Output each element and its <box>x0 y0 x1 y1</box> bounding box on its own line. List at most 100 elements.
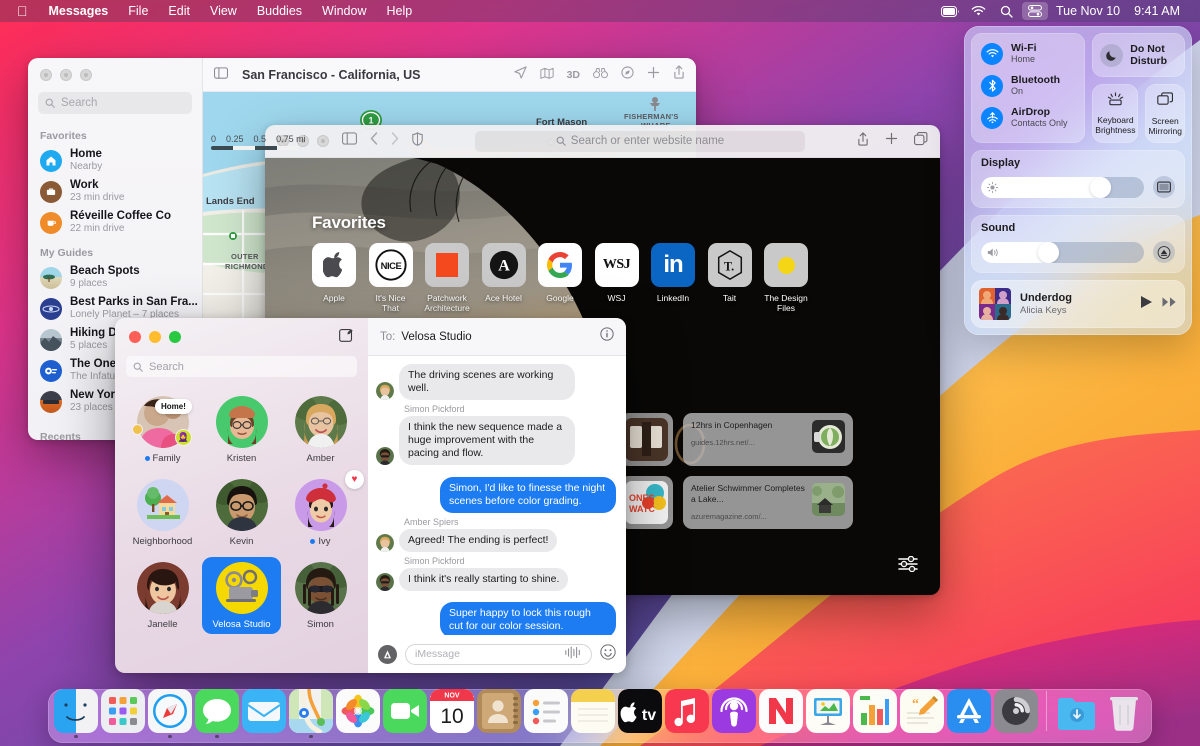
menu-item-file[interactable]: File <box>118 0 158 22</box>
display-icon[interactable] <box>1153 176 1175 198</box>
favorite-apple[interactable]: Apple <box>312 243 356 313</box>
bluetooth-toggle[interactable]: Bluetooth On <box>981 74 1075 97</box>
share-icon[interactable] <box>857 132 869 151</box>
messages-search-input[interactable]: Search <box>126 356 357 377</box>
location-arrow-icon[interactable] <box>514 66 527 84</box>
now-playing-card[interactable]: Underdog Alicia Keys <box>971 280 1185 328</box>
maps-search-input[interactable]: Search <box>38 92 192 114</box>
play-icon[interactable] <box>1140 295 1153 314</box>
sliders-icon[interactable] <box>898 556 918 577</box>
info-icon[interactable] <box>600 327 614 346</box>
maps-guide-beach-spots[interactable]: Beach Spots 9 places <box>28 262 202 293</box>
fast-forward-icon[interactable] <box>1162 295 1177 313</box>
dock-item-maps[interactable] <box>289 689 333 738</box>
conversation-velosa-studio[interactable]: Velosa Studio <box>202 557 281 634</box>
menu-item-window[interactable]: Window <box>312 0 376 22</box>
imessage-input[interactable]: iMessage <box>405 644 592 665</box>
conversation-neighborhood[interactable]: Neighborhood <box>123 474 202 551</box>
safari-address-bar[interactable]: Search or enter website name <box>475 131 805 152</box>
reading-list-item[interactable]: 12hrs in Copenhagen guides.12hrs.net/... <box>683 413 853 466</box>
dock-item-pages[interactable]: “ <box>900 689 944 738</box>
audio-waveform-icon[interactable] <box>564 646 582 662</box>
messages-window[interactable]: Search Home! 🧕 Family <box>115 318 626 673</box>
compose-icon[interactable] <box>339 327 354 347</box>
dock-item-app-store[interactable] <box>947 689 991 738</box>
menu-item-help[interactable]: Help <box>377 0 423 22</box>
maps-favorite-work[interactable]: Work 23 min drive <box>28 176 202 207</box>
traffic-lights-active[interactable] <box>129 331 181 343</box>
screen-mirroring-button[interactable]: Screen Mirroring <box>1145 84 1185 143</box>
dock-item-finder[interactable] <box>54 689 98 738</box>
reading-list-item[interactable]: Atelier Schwimmer Completes a Lake... az… <box>683 476 853 529</box>
maximize-button[interactable] <box>169 331 181 343</box>
dock-item-downloads[interactable] <box>1055 689 1099 738</box>
menu-item-view[interactable]: View <box>200 0 247 22</box>
3d-icon[interactable]: 3D <box>567 69 580 81</box>
dock-item-keynote[interactable] <box>806 689 850 738</box>
thread-messages[interactable]: The driving scenes are working well. Sim… <box>368 356 626 635</box>
menu-item-messages[interactable]: Messages <box>39 0 119 22</box>
favorite-patchwork[interactable]: Patchwork Architecture <box>425 243 469 313</box>
menu-item-buddies[interactable]: Buddies <box>247 0 312 22</box>
minimize-button[interactable] <box>60 69 72 81</box>
dock-item-system-preferences[interactable] <box>994 689 1038 738</box>
control-center-icon[interactable] <box>1022 2 1048 20</box>
conversation-ivy[interactable]: ♥ Ivy <box>281 474 360 551</box>
emoji-icon[interactable] <box>600 644 616 665</box>
maps-favorite-home[interactable]: Home Nearby <box>28 145 202 176</box>
favorite-its-nice-that[interactable]: NICE It's Nice That <box>369 243 413 313</box>
keyboard-brightness-button[interactable]: Keyboard Brightness <box>1092 84 1138 143</box>
maximize-button[interactable] <box>80 69 92 81</box>
dock-item-reminders[interactable] <box>524 689 568 738</box>
conversation-kevin[interactable]: Kevin <box>202 474 281 551</box>
dock-item-news[interactable] <box>759 689 803 738</box>
do-not-disturb-toggle[interactable]: Do Not Disturb <box>1092 33 1185 77</box>
battery-icon[interactable] <box>938 2 964 20</box>
dock-item-apple-tv[interactable]: tv <box>618 689 662 738</box>
coffee-shop-thumbnail-wrap[interactable] <box>620 413 673 466</box>
ones-watch-logo-wrap[interactable]: ONESWATC <box>620 476 673 529</box>
wifi-icon[interactable] <box>966 2 992 20</box>
display-brightness-slider[interactable] <box>981 177 1144 198</box>
share-icon[interactable] <box>673 65 685 84</box>
conversation-janelle[interactable]: Janelle <box>123 557 202 634</box>
maximize-button[interactable] <box>317 135 329 147</box>
dock-item-safari[interactable] <box>148 689 192 738</box>
favorite-ace-hotel[interactable]: A Ace Hotel <box>482 243 526 313</box>
favorite-the-design-files[interactable]: The Design Files <box>764 243 808 313</box>
conversation-family[interactable]: Home! 🧕 Family <box>123 391 202 468</box>
map-mode-icon[interactable] <box>540 66 554 84</box>
conversation-kristen[interactable]: Kristen <box>202 391 281 468</box>
menu-item-edit[interactable]: Edit <box>158 0 200 22</box>
sound-slider-knob[interactable] <box>1038 242 1059 263</box>
favorite-wsj[interactable]: WSJ WSJ <box>595 243 639 313</box>
menu-bar-date[interactable]: Tue Nov 10 <box>1050 4 1126 18</box>
forward-arrow-icon[interactable] <box>391 132 399 150</box>
dock-item-notes[interactable] <box>571 689 615 738</box>
favorite-tait[interactable]: T. Tait <box>708 243 752 313</box>
maps-favorite-reveille-coffee[interactable]: Réveille Coffee Co 22 min drive <box>28 207 202 238</box>
tab-overview-icon[interactable] <box>914 132 928 151</box>
compass-icon[interactable] <box>621 66 634 84</box>
airplay-audio-icon[interactable] <box>1153 241 1175 263</box>
binoculars-icon[interactable] <box>593 66 608 84</box>
conversation-simon[interactable]: Simon <box>281 557 360 634</box>
plus-icon[interactable] <box>885 132 898 150</box>
back-arrow-icon[interactable] <box>370 132 378 150</box>
dock-item-facetime[interactable] <box>383 689 427 738</box>
dock-item-music[interactable] <box>665 689 709 738</box>
favorite-linkedin[interactable]: in LinkedIn <box>651 243 695 313</box>
close-button[interactable] <box>129 331 141 343</box>
apple-logo-icon[interactable]:  <box>10 0 39 22</box>
wifi-toggle[interactable]: Wi-Fi Home <box>981 42 1075 65</box>
airdrop-toggle[interactable]: AirDrop Contacts Only <box>981 106 1075 129</box>
minimize-button[interactable] <box>149 331 161 343</box>
close-button[interactable] <box>40 69 52 81</box>
dock-item-photos[interactable] <box>336 689 380 738</box>
search-icon[interactable] <box>994 2 1020 20</box>
display-slider-knob[interactable] <box>1090 177 1111 198</box>
plus-icon[interactable] <box>647 66 660 84</box>
shield-icon[interactable] <box>412 132 423 151</box>
dock-item-numbers[interactable] <box>853 689 897 738</box>
dock-item-calendar[interactable]: NOV 10 <box>430 689 474 738</box>
